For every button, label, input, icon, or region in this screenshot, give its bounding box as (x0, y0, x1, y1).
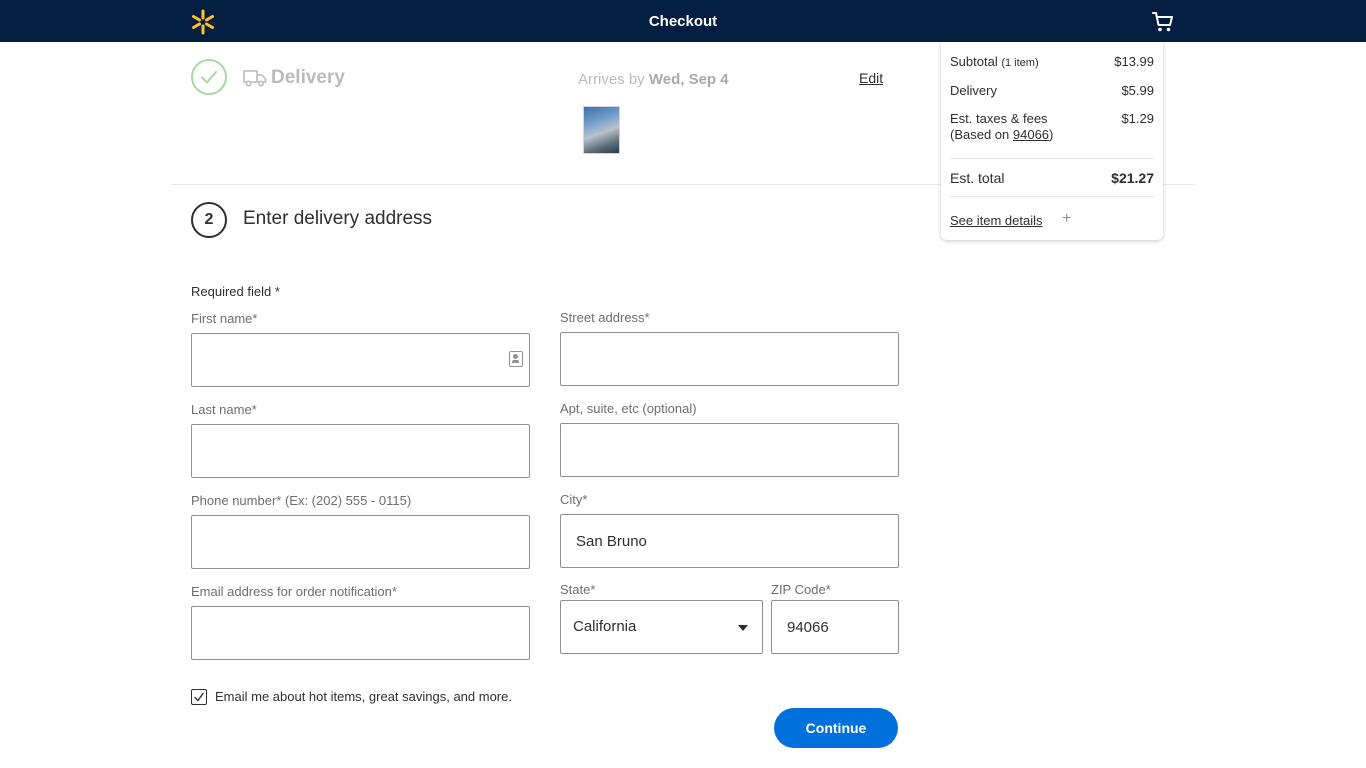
continue-button[interactable]: Continue (774, 708, 898, 748)
subtotal-value: $13.99 (1114, 54, 1154, 69)
arrival-estimate: Arrives by Wed, Sep 4 (578, 71, 729, 88)
taxes-value: $1.29 (1121, 111, 1154, 126)
phone-input[interactable] (191, 515, 530, 569)
product-thumbnail (583, 106, 620, 154)
checkmark-icon (194, 692, 204, 702)
checkmark-icon (201, 71, 217, 84)
see-item-details-link[interactable]: See item details (950, 213, 1043, 228)
step-title: Enter delivery address (243, 208, 433, 229)
email-opt-in-label[interactable]: Email me about hot items, great savings,… (215, 689, 512, 704)
email-label: Email address for order notification* (191, 584, 397, 599)
required-field-note: Required field * (191, 284, 280, 299)
email-opt-in-checkbox[interactable] (191, 689, 207, 705)
total-row: Est. total $21.27 (950, 170, 1154, 186)
taxes-basis-suffix: ) (1049, 127, 1054, 142)
city-input[interactable] (560, 514, 899, 568)
subtotal-label: Subtotal (950, 54, 998, 69)
subtotal-row: Subtotal (1 item) $13.99 (950, 54, 1154, 69)
first-name-input[interactable] (191, 333, 530, 387)
chevron-down-icon (738, 625, 748, 631)
taxes-basis-prefix: (Based on (950, 127, 1010, 142)
apt-label: Apt, suite, etc (optional) (560, 401, 697, 416)
street-label: Street address* (560, 310, 650, 325)
arrives-prefix: Arrives by (578, 71, 645, 88)
email-input[interactable] (191, 606, 530, 660)
delivery-fee-value: $5.99 (1121, 83, 1154, 98)
taxes-zip-link[interactable]: 94066 (1013, 127, 1049, 142)
total-label: Est. total (950, 170, 1005, 186)
last-name-input[interactable] (191, 424, 530, 478)
city-label: City* (560, 492, 588, 507)
step-number-badge: 2 (191, 202, 227, 238)
truck-icon (243, 70, 267, 87)
last-name-label: Last name* (191, 402, 257, 417)
zip-input[interactable] (771, 600, 899, 654)
first-name-label: First name* (191, 311, 258, 326)
subtotal-item-count: (1 item) (1001, 57, 1039, 69)
summary-divider (950, 196, 1154, 197)
state-select[interactable]: California (560, 600, 763, 654)
top-bar: Checkout (0, 0, 1366, 42)
taxes-basis: (Based on 94066) (950, 127, 1154, 143)
taxes-row: Est. taxes & fees (Based on 94066) $1.29 (950, 111, 1154, 143)
cart-icon[interactable] (1150, 9, 1176, 35)
order-summary-panel: Subtotal (1 item) $13.99 Delivery $5.99 … (941, 42, 1163, 240)
step-complete-badge (191, 59, 227, 95)
summary-divider (950, 158, 1154, 159)
contact-card-icon[interactable] (509, 351, 523, 367)
zip-label: ZIP Code* (771, 582, 831, 597)
apt-input[interactable] (560, 423, 899, 477)
delivery-fee-label: Delivery (950, 83, 997, 98)
delivery-fee-row: Delivery $5.99 (950, 83, 1154, 98)
arrives-date: Wed, Sep 4 (648, 71, 729, 88)
state-selected-value: California (573, 618, 637, 635)
expand-plus-icon[interactable]: + (1062, 210, 1071, 228)
total-value: $21.27 (1111, 170, 1154, 186)
state-label: State* (560, 582, 596, 597)
delivery-title: Delivery (271, 67, 345, 88)
phone-label: Phone number* (Ex: (202) 555 - 0115) (191, 493, 412, 508)
street-address-input[interactable] (560, 332, 899, 386)
edit-delivery-link[interactable]: Edit (859, 70, 883, 86)
